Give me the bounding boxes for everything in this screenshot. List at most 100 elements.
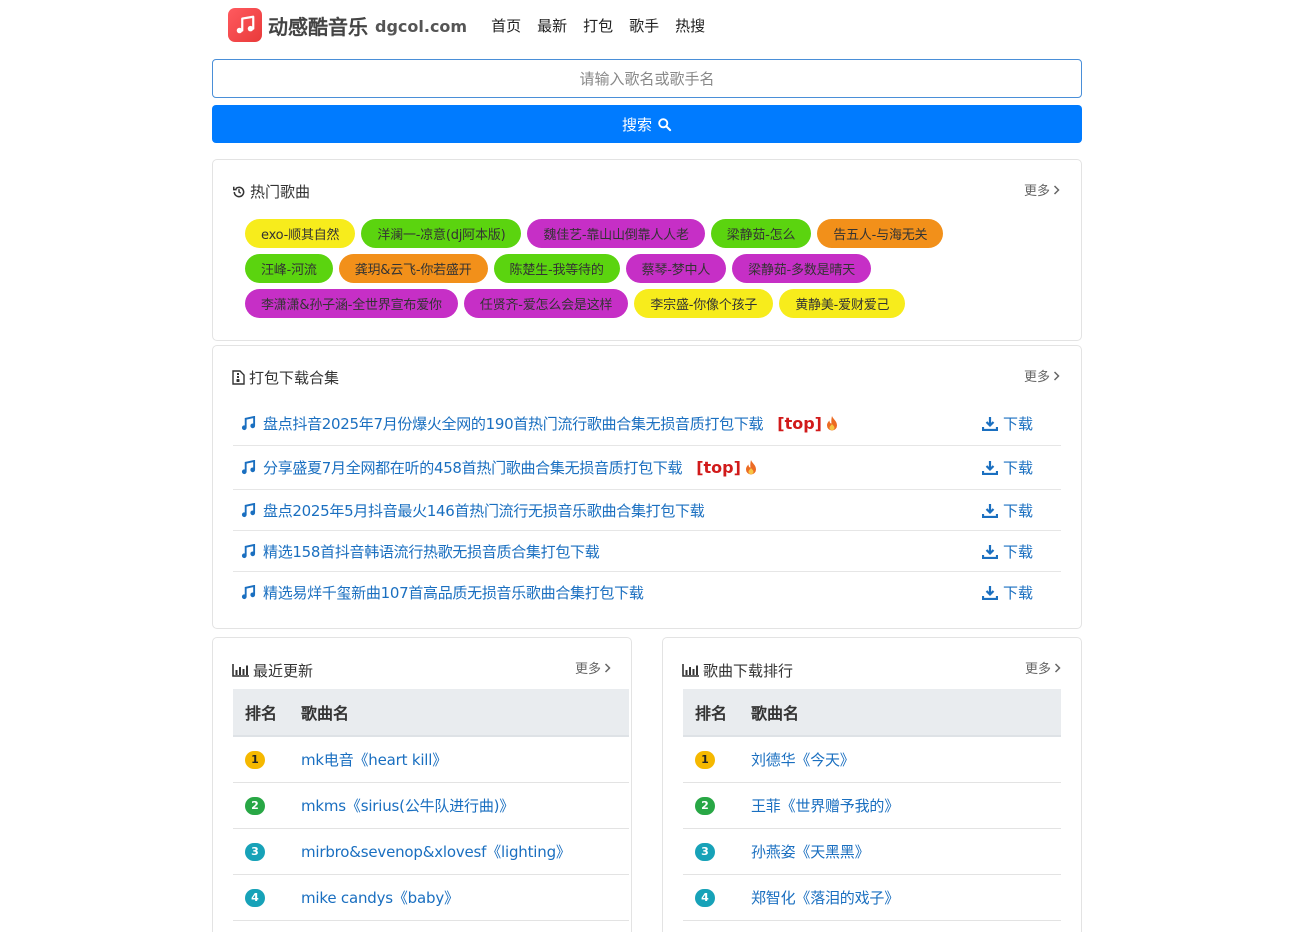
song-link[interactable]: 刘德华《今天》 (751, 749, 855, 770)
song-link[interactable]: 郑智化《落泪的戏子》 (751, 887, 899, 908)
download-icon (981, 417, 998, 431)
ranking-title: 歌曲下载排行 (682, 660, 793, 681)
song-link[interactable]: mkms《sirius(公牛队进行曲)》 (301, 795, 514, 816)
main-nav: 首页 最新 打包 歌手 热搜 (491, 15, 721, 36)
hot-song-tag[interactable]: 蔡琴-梦中人 (625, 254, 727, 283)
nav-home[interactable]: 首页 (491, 15, 521, 36)
recent-title-text: 最近更新 (253, 662, 314, 680)
pack-title-link[interactable]: 精选158首抖音韩语流行热歌无损音质合集打包下载 (263, 541, 600, 562)
song-link[interactable]: 孙燕姿《天黑黑》 (751, 841, 870, 862)
hot-song-tag[interactable]: 李宗盛-你像个孩子 (634, 289, 774, 318)
hot-song-tag[interactable]: 龚玥&云飞-你若盛开 (338, 254, 488, 283)
ranking-title-text: 歌曲下载排行 (703, 662, 794, 680)
download-icon (981, 503, 998, 518)
nav-hot-search[interactable]: 热搜 (675, 15, 705, 36)
chevron-right-icon (1053, 184, 1060, 195)
table-row: 2 mkms《sirius(公牛队进行曲)》 (233, 783, 629, 829)
hot-song-tag[interactable]: 梁静茹-怎么 (710, 219, 812, 248)
download-button[interactable]: 下载 (981, 413, 1033, 434)
download-button[interactable]: 下载 (981, 582, 1033, 603)
chevron-right-icon (1053, 370, 1060, 381)
rank-badge: 4 (245, 888, 265, 907)
recent-more-link[interactable]: 更多 (575, 658, 611, 677)
site-name[interactable]: 动感酷音乐 (268, 11, 368, 40)
more-label: 更多 (1024, 370, 1051, 385)
recent-updates-card: 最近更新 更多 排名 歌曲名 1 mk电音《heart kill》 2 mkms… (212, 637, 632, 932)
hot-song-tag[interactable]: 陈楚生-我等待的 (493, 254, 620, 283)
chevron-right-icon (1054, 662, 1061, 673)
hot-song-tag[interactable]: 魏佳艺-靠山山倒靠人人老 (527, 219, 705, 248)
hot-song-tag[interactable]: 黄静美-爱财爱己 (779, 289, 906, 318)
site-domain: dgcol.com (375, 16, 468, 36)
nav-packs[interactable]: 打包 (583, 15, 613, 36)
song-link[interactable]: mike candys《baby》 (301, 887, 459, 908)
col-rank-header: 排名 (245, 704, 278, 723)
hot-song-tag[interactable]: 告五人-与海无关 (817, 219, 944, 248)
rank-badge: 3 (245, 842, 265, 861)
hot-song-tag[interactable]: 汪峰-河流 (245, 254, 333, 283)
packs-title: 打包下载合集 (232, 367, 339, 388)
hot-song-tag[interactable]: 李潇潇&孙子涵-全世界宣布爱你 (245, 289, 458, 318)
music-note-icon (241, 416, 256, 431)
download-label: 下载 (1002, 459, 1033, 477)
download-label: 下载 (1002, 542, 1033, 561)
ranking-more-link[interactable]: 更多 (1025, 658, 1061, 677)
search-input[interactable] (212, 59, 1082, 98)
download-button[interactable]: 下载 (981, 500, 1033, 521)
music-note-icon (241, 460, 256, 475)
hot-songs-title-text: 热门歌曲 (250, 183, 311, 201)
more-label: 更多 (575, 662, 602, 677)
download-label: 下载 (1002, 584, 1033, 602)
download-icon (981, 544, 998, 559)
pack-title-link[interactable]: 精选易烊千玺新曲107首高品质无损音乐歌曲合集打包下载 (263, 582, 644, 603)
hot-song-tag[interactable]: 任贤齐-爱怎么会是这样 (463, 289, 629, 318)
song-link[interactable]: mirbro&sevenop&xlovesf《lighting》 (301, 841, 571, 862)
packs-card: 打包下载合集 更多 盘点抖音2025年7月份爆火全网的190首热门流行歌曲合集无… (212, 345, 1082, 629)
table-row: 3 孙燕姿《天黑黑》 (683, 829, 1061, 875)
song-link[interactable]: mk电音《heart kill》 (301, 749, 447, 770)
bar-chart-icon (682, 664, 699, 677)
table-header: 排名 歌曲名 (683, 689, 1061, 737)
music-note-icon (241, 543, 256, 558)
hot-songs-more-link[interactable]: 更多 (1024, 180, 1060, 199)
hot-song-tag[interactable]: 梁静茹-多数是晴天 (732, 254, 872, 283)
nav-singers[interactable]: 歌手 (629, 15, 659, 36)
pack-list: 盘点抖音2025年7月份爆火全网的190首热门流行歌曲合集无损音质打包下载 [t… (233, 402, 1061, 613)
download-icon (981, 461, 998, 475)
pack-item: 盘点抖音2025年7月份爆火全网的190首热门流行歌曲合集无损音质打包下载 [t… (233, 402, 1061, 446)
pack-title-link[interactable]: 分享盛夏7月全网都在听的458首热门歌曲合集无损音质打包下载 (263, 457, 682, 478)
search-icon (658, 117, 672, 131)
pack-item: 盘点2025年5月抖音最火146首热门流行无损音乐歌曲合集打包下载 下载 (233, 490, 1061, 531)
rank-badge: 3 (695, 842, 715, 861)
download-button[interactable]: 下载 (981, 541, 1033, 562)
top-navbar: 动感酷音乐 dgcol.com 首页 最新 打包 歌手 热搜 (228, 8, 721, 42)
packs-title-text: 打包下载合集 (249, 369, 340, 387)
song-link[interactable]: 王菲《世界赠予我的》 (751, 795, 899, 816)
download-button[interactable]: 下载 (981, 457, 1033, 478)
file-archive-icon (232, 370, 245, 385)
table-row: 3 mirbro&sevenop&xlovesf《lighting》 (233, 829, 629, 875)
bar-chart-icon (232, 664, 249, 677)
hot-song-tag[interactable]: exo-顺其自然 (245, 219, 356, 248)
rank-badge: 1 (245, 750, 265, 769)
history-icon (232, 186, 245, 197)
music-note-icon (241, 585, 256, 600)
rank-badge: 1 (695, 750, 715, 769)
col-song-header: 歌曲名 (751, 704, 800, 723)
rank-badge: 4 (695, 888, 715, 907)
hot-songs-card: 热门歌曲 更多 exo-顺其自然 洋澜一-凉意(dj阿本版) 魏佳艺-靠山山倒靠… (212, 159, 1082, 341)
packs-more-link[interactable]: 更多 (1024, 366, 1060, 385)
music-logo-icon[interactable] (228, 8, 262, 42)
pack-item: 精选158首抖音韩语流行热歌无损音质合集打包下载 下载 (233, 531, 1061, 572)
pack-title-link[interactable]: 盘点2025年5月抖音最火146首热门流行无损音乐歌曲合集打包下载 (263, 500, 705, 521)
search-button[interactable]: 搜索 (212, 105, 1082, 143)
hot-song-tag[interactable]: 洋澜一-凉意(dj阿本版) (361, 219, 522, 248)
rank-badge: 2 (695, 796, 715, 815)
table-row: 1 mk电音《heart kill》 (233, 737, 629, 783)
recent-title: 最近更新 (232, 660, 313, 681)
chevron-right-icon (604, 662, 611, 673)
fire-icon (745, 460, 756, 475)
nav-latest[interactable]: 最新 (537, 15, 567, 36)
pack-title-link[interactable]: 盘点抖音2025年7月份爆火全网的190首热门流行歌曲合集无损音质打包下载 (263, 413, 764, 434)
recent-table: 排名 歌曲名 1 mk电音《heart kill》 2 mkms《sirius(… (233, 689, 629, 921)
